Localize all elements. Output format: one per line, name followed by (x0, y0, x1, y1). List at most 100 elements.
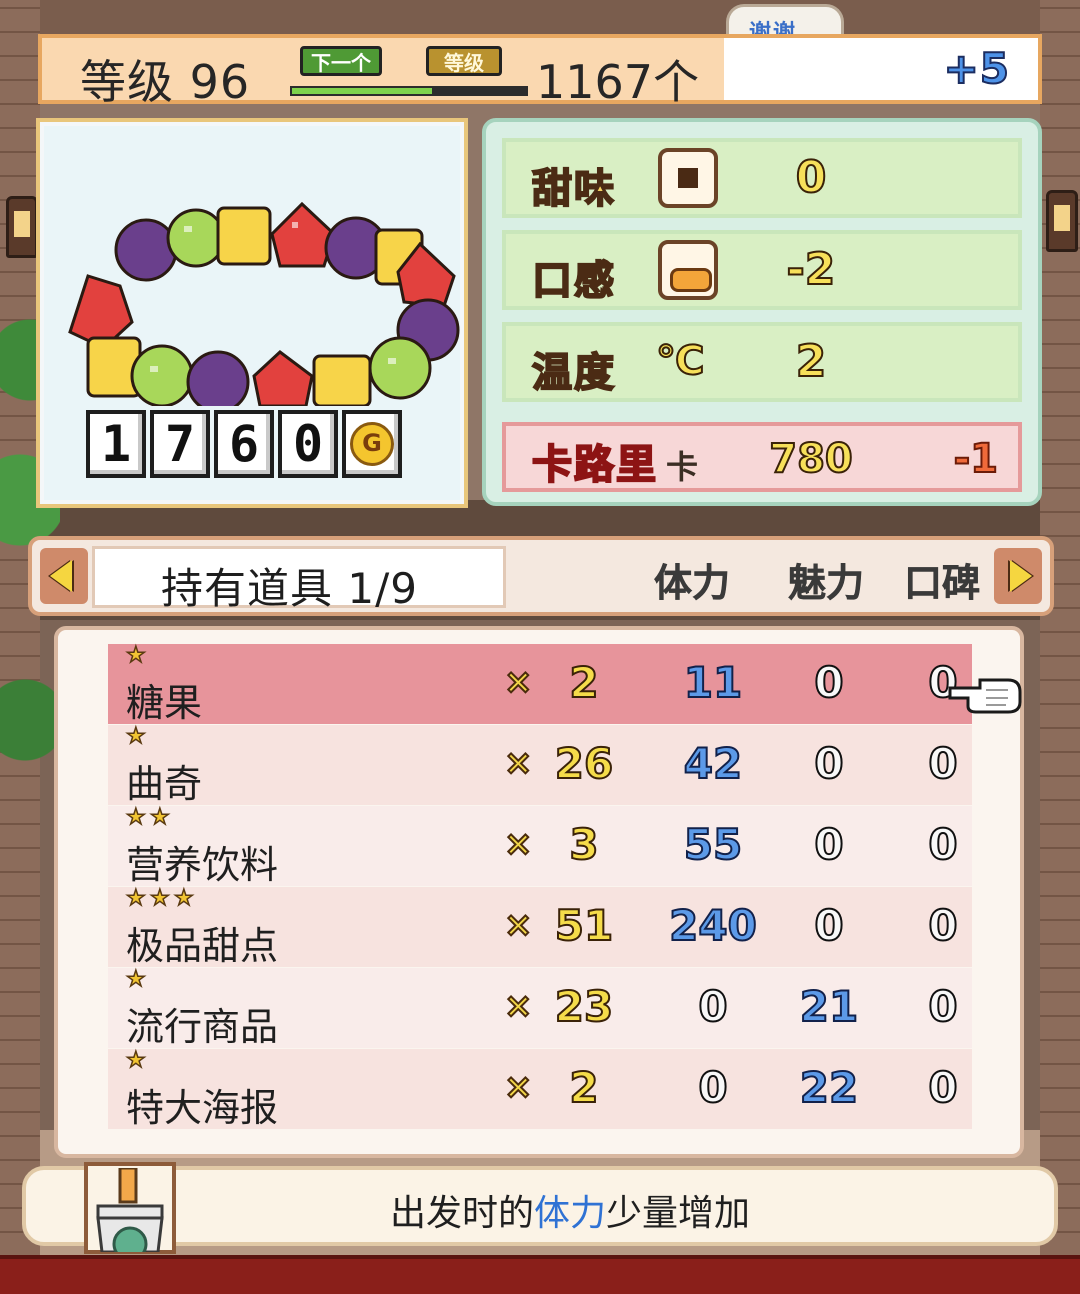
item-quantity: 3 (568, 819, 599, 870)
item-name: 极品甜点 (126, 924, 279, 968)
rarity-stars: ★ (125, 644, 148, 668)
stat-label: 甜味 (531, 165, 616, 213)
item-quantity: 23 (554, 981, 614, 1032)
table-row[interactable]: ★ 糖果 × 2 11 0 0 (108, 644, 972, 725)
xp-count: 1167个 (536, 55, 700, 109)
column-header-stamina: 体力 (654, 561, 731, 606)
multiply-icon: × (503, 742, 533, 784)
price-display: 1 7 6 0 G (86, 410, 402, 478)
price-digit: 0 (278, 410, 338, 478)
item-reputation-value: 0 (927, 738, 958, 789)
currency-box: G (342, 410, 402, 478)
star-icon: ★ (149, 886, 170, 911)
multiply-icon: × (503, 823, 533, 865)
item-name: 特大海报 (126, 1086, 279, 1130)
lamp-icon (1046, 190, 1078, 252)
calories-label: 卡路里 (531, 441, 658, 489)
item-stamina-value: 11 (683, 657, 743, 708)
rarity-stars: ★ ★ ★ (125, 886, 196, 911)
arrow-left-icon (50, 560, 72, 592)
stat-row-texture: 口感 -2 (502, 230, 1022, 310)
item-stamina-value: 0 (697, 981, 728, 1032)
item-name: 曲奇 (126, 762, 203, 806)
item-reputation-value: 0 (927, 981, 958, 1032)
item-name: 流行商品 (126, 1005, 279, 1049)
description-icon-box (84, 1162, 176, 1254)
calories-unit: 卡 (666, 448, 699, 486)
price-digit: 7 (150, 410, 210, 478)
item-quantity: 2 (568, 1062, 599, 1113)
gold-coin-icon: G (350, 422, 394, 466)
fruit-ring-candy-icon (68, 201, 460, 406)
background-wall-right (1040, 0, 1080, 1255)
star-icon: ★ (125, 1048, 146, 1073)
description-bar: 出发时的体力少量增加 (22, 1162, 1058, 1254)
stat-label: 温度 (531, 349, 616, 397)
inventory-header: 持有道具 1/9 体力 魅力 口碑 (28, 536, 1054, 616)
item-quantity: 2 (568, 657, 599, 708)
stat-row-sweetness: 甜味 0 (502, 138, 1022, 218)
column-header-charm: 魅力 (788, 561, 865, 606)
star-icon: ★ (125, 724, 146, 749)
rarity-stars: ★ (125, 967, 148, 992)
item-preview-panel: 1 7 6 0 G (36, 118, 468, 508)
multiply-icon: × (503, 904, 533, 946)
stat-row-temperature: 温度 ℃ 2 (502, 322, 1022, 402)
rarity-stars: ★ (125, 724, 148, 749)
table-row[interactable]: ★ ★ 营养饮料 × 3 55 0 0 (108, 805, 972, 887)
rarity-stars: ★ (125, 1048, 148, 1073)
level-info: 等级 96 下一个 等级 1167个 (42, 38, 724, 109)
owned-items-box: 持有道具 1/9 (92, 546, 506, 613)
multiply-icon: × (503, 661, 533, 703)
item-charm-value: 21 (799, 981, 859, 1032)
item-charm-value: 22 (799, 1062, 859, 1113)
star-icon: ★ (125, 967, 146, 992)
item-stamina-value: 42 (683, 738, 743, 789)
item-reputation-value: 0 (927, 900, 958, 951)
prev-page-button[interactable] (40, 548, 88, 604)
item-preview-background: 1 7 6 0 G (44, 126, 460, 500)
lamp-icon (6, 196, 38, 258)
table-row[interactable]: ★ 特大海报 × 2 0 22 0 (108, 1048, 972, 1130)
multiply-icon: × (503, 985, 533, 1027)
star-icon: ★ (173, 886, 194, 911)
xp-progress-bar (290, 86, 528, 96)
item-quantity: 26 (554, 738, 614, 789)
price-digit: 6 (214, 410, 274, 478)
square-dot-icon (658, 148, 718, 208)
item-name: 糖果 (126, 681, 203, 725)
inventory-list: ★ 糖果 × 2 11 0 0 ★ 曲奇 × 26 42 0 0 ★ ★ 营养饮料 × 3 55 0 0 ★ ★ ★ 极品甜点 × 5… (54, 626, 1024, 1158)
item-stamina-value: 0 (697, 1062, 728, 1113)
owned-items-label: 持有道具 1/9 (161, 564, 418, 613)
description-text: 出发时的体力少量增加 (390, 1184, 750, 1236)
calories-value: 780 (768, 435, 854, 483)
table-row[interactable]: ★ 曲奇 × 26 42 0 0 (108, 724, 972, 806)
item-charm-value: 0 (813, 657, 844, 708)
description-suffix: 少量增加 (606, 1193, 751, 1234)
star-icon: ★ (125, 805, 146, 830)
star-icon: ★ (149, 805, 170, 830)
description-highlight: 体力 (534, 1193, 607, 1234)
item-stamina-value: 240 (668, 900, 758, 951)
multiply-icon: × (503, 1066, 533, 1108)
stats-panel: 甜味 0 口感 -2 温度 ℃ 2 卡路里 卡 780 -1 (482, 118, 1042, 506)
item-reputation-value: 0 (927, 819, 958, 870)
star-icon: ★ (125, 886, 146, 911)
rarity-stars: ★ ★ (125, 805, 172, 830)
stat-label: 口感 (531, 257, 616, 305)
stat-value: -2 (786, 243, 837, 296)
item-name: 营养饮料 (126, 843, 279, 887)
item-charm-value: 0 (813, 819, 844, 870)
item-reputation-value: 0 (927, 1062, 958, 1113)
table-row[interactable]: ★ ★ ★ 极品甜点 × 51 240 0 0 (108, 886, 972, 968)
scale-icon (96, 1168, 164, 1252)
table-row[interactable]: ★ 流行商品 × 23 0 21 0 (108, 967, 972, 1049)
next-level-badge: 下一个 (300, 46, 382, 76)
price-digit: 1 (86, 410, 146, 478)
celsius-icon: ℃ (655, 337, 705, 385)
next-page-button[interactable] (994, 548, 1042, 604)
pointing-hand-icon (948, 678, 1022, 714)
bonus-badge: +5 (943, 43, 1010, 94)
description-prefix: 出发时的 (390, 1193, 535, 1234)
stat-row-calories: 卡路里 卡 780 -1 (502, 422, 1022, 492)
